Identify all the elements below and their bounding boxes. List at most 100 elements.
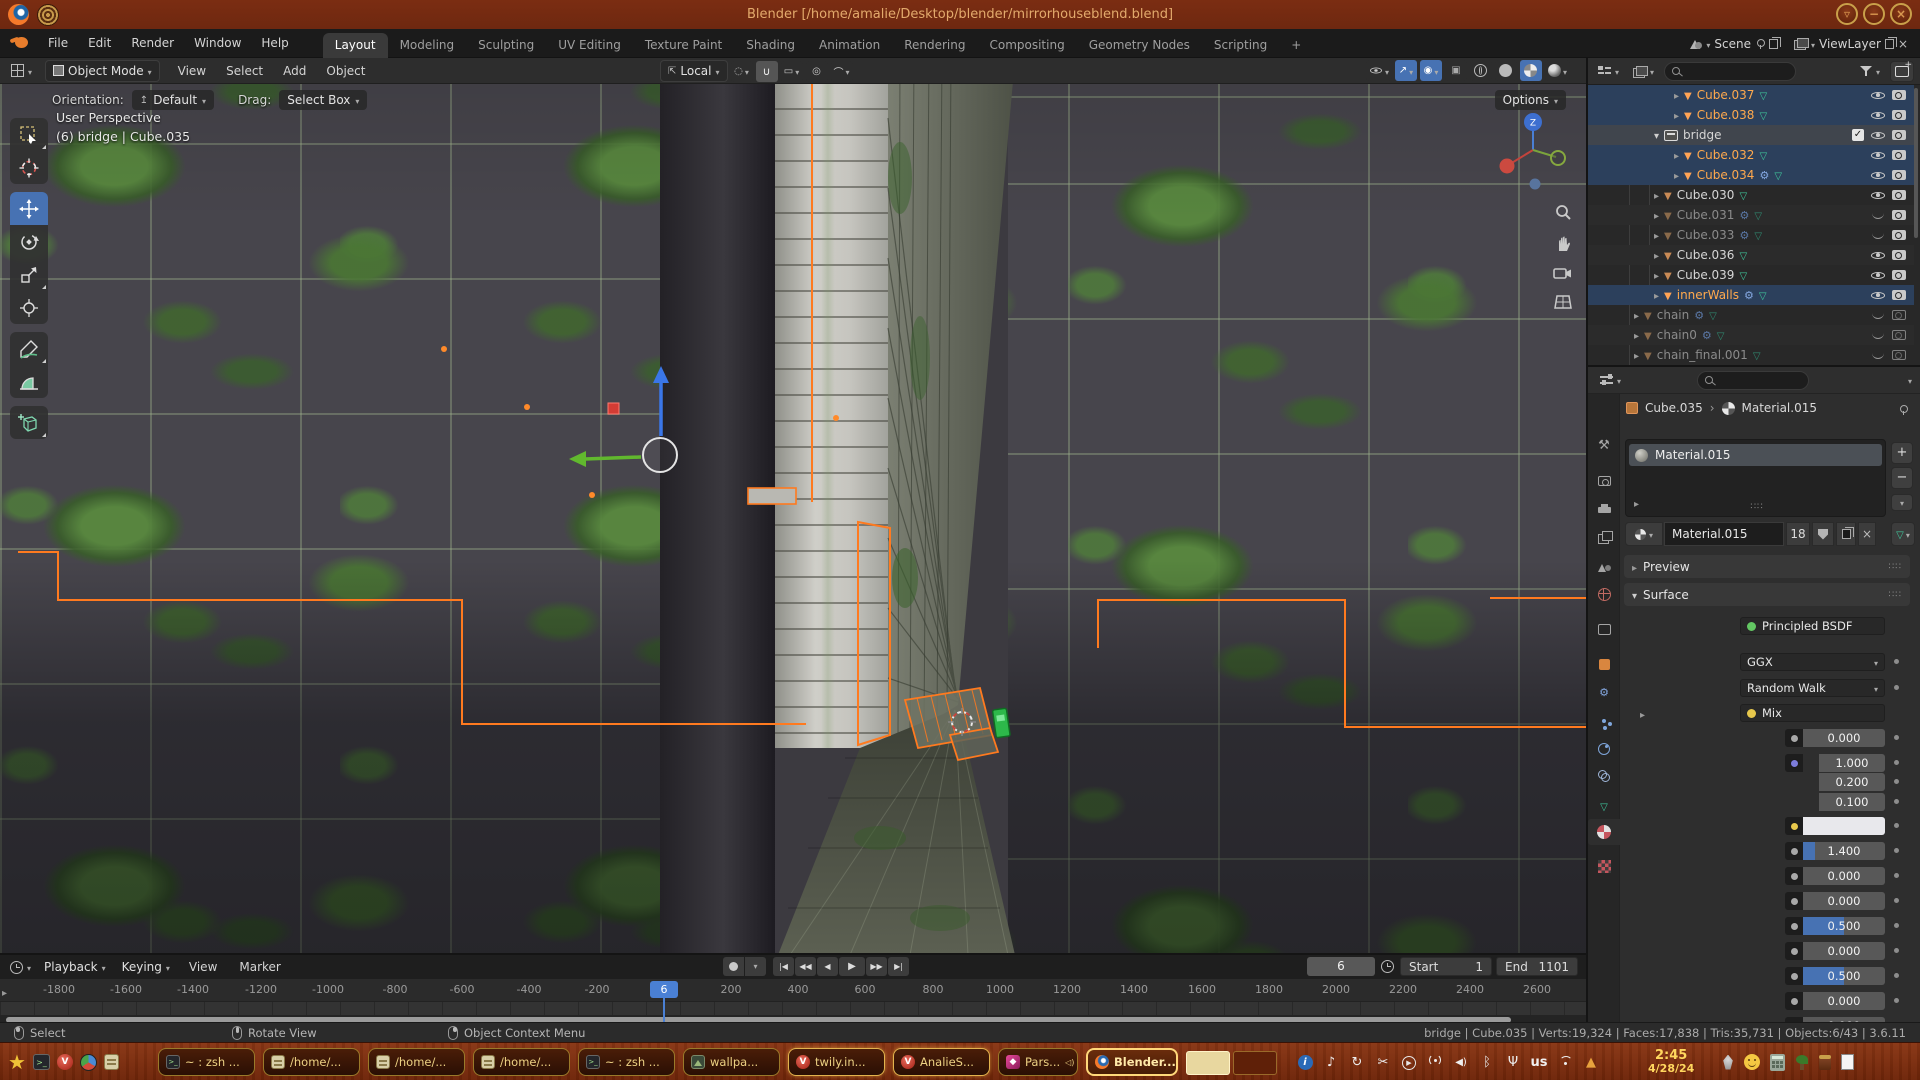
drag-dropdown[interactable]: Select Box — [279, 90, 367, 110]
tab-sculpting[interactable]: Sculpting — [466, 33, 546, 58]
outliner-filter-type[interactable] — [1629, 62, 1658, 80]
breadcrumb-object[interactable]: Cube.035 — [1645, 401, 1703, 415]
tab-layout[interactable]: Layout — [323, 33, 388, 58]
tray-sync-icon[interactable]: ↻ — [1344, 1055, 1370, 1070]
tool-select-box[interactable] — [10, 118, 48, 151]
menu-edit[interactable]: Edit — [78, 32, 121, 54]
snap-toggle[interactable]: ∪ — [756, 61, 778, 82]
keying-set-dropdown[interactable] — [745, 957, 766, 976]
taskbar-window-home1[interactable]: /home/... — [263, 1048, 360, 1076]
tab-object[interactable] — [1588, 651, 1620, 677]
taskbar-window-zsh1[interactable]: >_~ : zsh ... — [158, 1048, 255, 1076]
outliner-search[interactable] — [1664, 62, 1796, 81]
proportional-editing-toggle[interactable]: ◎ — [806, 61, 828, 82]
outliner-row-cube039[interactable]: Cube.039 — [1588, 265, 1914, 285]
decorator-dot[interactable] — [1894, 923, 1899, 928]
tray-volume-icon[interactable]: ◀) — [1448, 1057, 1474, 1068]
unlink-material-button[interactable] — [1858, 522, 1876, 546]
outliner-row-cube030[interactable]: Cube.030 — [1588, 185, 1914, 205]
tab-geometry-nodes[interactable]: Geometry Nodes — [1077, 33, 1202, 58]
hide-viewport-icon[interactable] — [1871, 249, 1885, 262]
workspace-1[interactable] — [1186, 1051, 1230, 1075]
tab-texture[interactable] — [1588, 853, 1620, 879]
launcher-star-icon[interactable]: ★ — [8, 1050, 26, 1074]
shading-wireframe-button[interactable] — [1470, 60, 1492, 81]
users-count-button[interactable]: 18 — [1786, 522, 1810, 546]
properties-search[interactable] — [1697, 371, 1809, 390]
decorator-dot[interactable] — [1894, 685, 1899, 690]
decorator-dot[interactable] — [1894, 799, 1899, 804]
hide-viewport-icon[interactable] — [1871, 169, 1885, 182]
playhead[interactable]: 6 — [650, 981, 678, 998]
play-button[interactable]: ▶ — [839, 957, 865, 976]
taskbar-window-analies[interactable]: VAnalieS... — [893, 1048, 990, 1076]
slot-specials-button[interactable] — [1891, 494, 1913, 511]
titlebar[interactable]: Blender [/home/amalie/Desktop/blender/mi… — [0, 0, 1920, 29]
editor-type-button[interactable] — [4, 61, 39, 81]
tab-uv-editing[interactable]: UV Editing — [546, 33, 633, 58]
tray-clipboard-icon[interactable]: ✂ — [1370, 1055, 1396, 1070]
minimize-window-button[interactable]: − — [1863, 3, 1885, 25]
tray-bluetooth-icon[interactable]: ᛒ — [1474, 1055, 1500, 1070]
snap-settings-button[interactable]: ▭ — [781, 61, 803, 82]
gizmos-toggle[interactable]: ↗ — [1395, 60, 1417, 81]
browse-material-button[interactable] — [1625, 522, 1663, 546]
orientation-dropdown[interactable]: ↥ Default — [132, 90, 214, 110]
socket-icon[interactable] — [1785, 842, 1803, 860]
clock[interactable]: 2:45 4/28/24 — [1648, 1049, 1694, 1075]
distribution-dropdown[interactable]: GGX — [1740, 653, 1885, 671]
socket-icon[interactable] — [1785, 892, 1803, 910]
tool-add-cube[interactable] — [10, 406, 48, 439]
decorator-dot[interactable] — [1894, 848, 1899, 853]
auto-keyframe-button[interactable] — [723, 957, 744, 976]
add-material-slot-button[interactable]: + — [1891, 442, 1913, 464]
metallic-slider[interactable]: 0.000 — [1803, 892, 1885, 910]
outliner-row-cube038[interactable]: Cube.038 — [1588, 105, 1914, 125]
scene-selector[interactable]: Scene — [1684, 35, 1784, 53]
hide-viewport-icon[interactable] — [1871, 89, 1885, 102]
view-layer-selector[interactable]: ViewLayer — [1788, 35, 1914, 53]
hidden-viewport-icon[interactable] — [1871, 309, 1885, 322]
launcher-vim-icon[interactable]: V — [57, 1054, 73, 1070]
timeline-channel-strip[interactable] — [0, 1002, 1586, 1015]
remove-view-layer-icon[interactable] — [1898, 37, 1908, 51]
decorator-dot[interactable] — [1894, 659, 1899, 664]
shading-material-preview-button[interactable] — [1520, 60, 1542, 81]
socket-icon[interactable] — [1785, 992, 1803, 1010]
play-reverse-button[interactable]: ◀ — [817, 957, 838, 976]
tray-music-icon[interactable]: ♪ — [1318, 1055, 1344, 1070]
render-disabled-icon[interactable] — [1892, 330, 1906, 340]
tray-warning-icon[interactable]: ▲ — [1578, 1055, 1604, 1070]
decorator-dot[interactable] — [1894, 760, 1899, 765]
pan-hand-icon[interactable] — [1554, 235, 1572, 253]
zoom-icon[interactable] — [1554, 204, 1572, 222]
timeline-marker-menu[interactable]: Marker — [229, 956, 290, 978]
render-disabled-icon[interactable] — [1892, 350, 1906, 360]
outliner-filter-button[interactable] — [1856, 62, 1884, 80]
taskbar-window-twily[interactable]: Vtwily.in... — [788, 1048, 885, 1076]
tab-collection[interactable] — [1588, 616, 1620, 642]
material-name-field[interactable]: Material.015 — [1664, 522, 1784, 546]
socket-icon[interactable] — [1785, 729, 1803, 747]
shading-solid-button[interactable] — [1495, 60, 1517, 81]
tab-constraints[interactable] — [1588, 763, 1620, 789]
subsurface-color-swatch[interactable] — [1803, 817, 1885, 835]
copy-material-button[interactable] — [1836, 522, 1856, 546]
tool-rotate[interactable] — [10, 225, 48, 258]
options-dropdown[interactable]: Options — [1495, 90, 1566, 110]
tray-calculator-icon[interactable] — [1770, 1054, 1785, 1071]
tray-jar-icon[interactable] — [1819, 1055, 1831, 1070]
preview-panel-header[interactable]: Preview ∷∷ — [1624, 555, 1910, 578]
jump-to-end-button[interactable]: ▶| — [888, 957, 909, 976]
transform-orientation-selector[interactable]: ⇱ Local — [660, 60, 728, 82]
timeline-ruler[interactable]: -1800-1600-1400-1200-1000-800-600-400-20… — [0, 979, 1586, 1002]
viewport-menu-add[interactable]: Add — [273, 60, 316, 82]
remove-material-slot-button[interactable]: − — [1891, 467, 1913, 489]
specular-tint-slider[interactable]: 0.000 — [1803, 942, 1885, 960]
tab-shading[interactable]: Shading — [734, 33, 807, 58]
outliner-scrollbar[interactable] — [1914, 88, 1918, 238]
shade-window-button[interactable]: ▿ — [1836, 3, 1858, 25]
close-window-button[interactable]: × — [1890, 3, 1912, 25]
disable-render-icon[interactable] — [1892, 170, 1906, 180]
keyboard-layout-indicator[interactable]: us — [1526, 1055, 1552, 1070]
